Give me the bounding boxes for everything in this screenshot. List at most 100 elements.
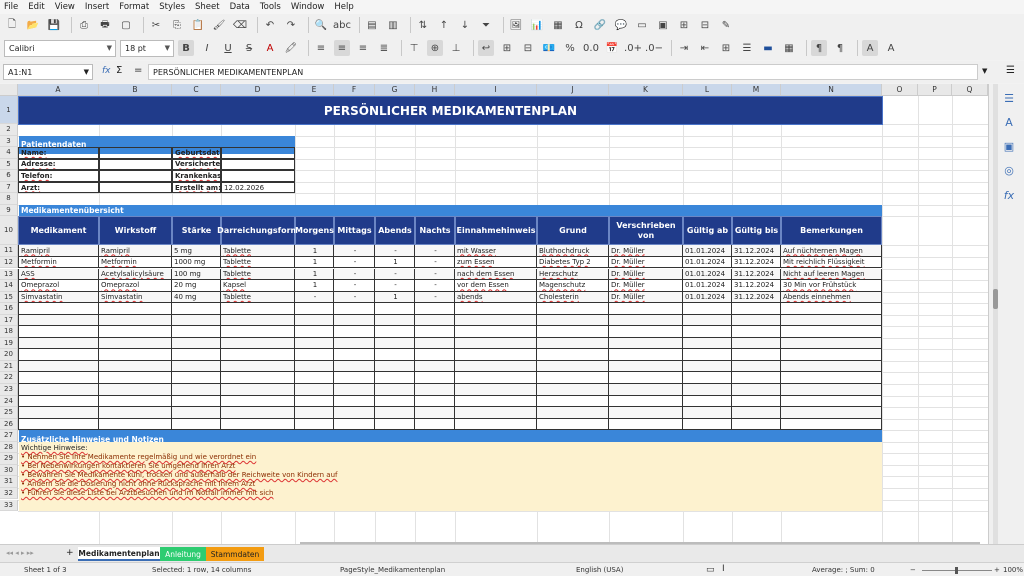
table-cell[interactable] xyxy=(455,326,537,338)
align-bottom-icon[interactable]: ⊥ xyxy=(448,40,464,56)
paste-icon[interactable]: 📋 xyxy=(190,17,206,33)
table-cell[interactable] xyxy=(415,314,455,327)
table-header[interactable]: Verschrieben von xyxy=(609,216,683,246)
table-cell[interactable] xyxy=(334,314,375,327)
table-cell[interactable]: 01.01.2024 xyxy=(683,291,732,304)
border-style-icon[interactable]: ☰ xyxy=(739,40,755,56)
table-cell[interactable] xyxy=(172,418,221,431)
chevron-down-icon[interactable]: ▼ xyxy=(84,68,89,76)
table-cell[interactable]: - xyxy=(375,245,415,257)
freeze-rows-columns-icon[interactable]: ⊞ xyxy=(676,17,692,33)
add-sheet-icon[interactable]: + xyxy=(66,548,74,558)
date-format-icon[interactable]: 📅 xyxy=(604,40,620,56)
table-cell[interactable] xyxy=(221,349,295,361)
table-cell[interactable] xyxy=(732,395,781,408)
table-cell[interactable]: 1 xyxy=(295,280,334,292)
table-cell[interactable] xyxy=(99,418,172,431)
table-cell[interactable] xyxy=(415,337,455,350)
new-document-icon[interactable]: 🗋 xyxy=(4,17,20,33)
row-icon[interactable]: ▤ xyxy=(364,17,380,33)
table-cell[interactable] xyxy=(172,407,221,419)
table-cell[interactable] xyxy=(99,372,172,384)
row-header[interactable]: 2 xyxy=(0,124,18,136)
table-header[interactable]: Medikament xyxy=(18,216,99,246)
copy-icon[interactable]: ⎘ xyxy=(169,17,185,33)
number-format-icon[interactable]: 0.0 xyxy=(583,40,599,56)
column-header[interactable]: C xyxy=(172,84,221,96)
table-cell[interactable] xyxy=(732,418,781,431)
table-cell[interactable] xyxy=(732,326,781,338)
sheet-title[interactable]: PERSÖNLICHER MEDIKAMENTENPLAN xyxy=(18,96,883,125)
row-header[interactable]: 5 xyxy=(0,158,18,171)
patient-value[interactable] xyxy=(99,170,172,182)
table-cell[interactable] xyxy=(375,314,415,327)
zoom-slider-thumb[interactable] xyxy=(955,567,958,574)
selection-mode-icon[interactable]: ▭ xyxy=(706,565,715,575)
patient-value[interactable] xyxy=(221,158,295,171)
row-header[interactable]: 31 xyxy=(0,476,18,488)
text-orientation-icon[interactable]: A xyxy=(883,40,899,56)
table-cell[interactable] xyxy=(221,395,295,408)
table-cell[interactable] xyxy=(609,326,683,338)
table-cell[interactable] xyxy=(295,395,334,408)
pivot-table-icon[interactable]: ▦ xyxy=(550,17,566,33)
table-cell[interactable]: - xyxy=(334,280,375,292)
row-header[interactable]: 19 xyxy=(0,337,18,350)
table-cell[interactable]: Auf nüchternen Magen xyxy=(781,245,882,257)
table-cell[interactable] xyxy=(18,303,99,315)
row-header[interactable]: 12 xyxy=(0,256,18,269)
table-cell[interactable] xyxy=(334,395,375,408)
row-header[interactable]: 24 xyxy=(0,395,18,408)
table-cell[interactable]: Omeprazol xyxy=(99,280,172,292)
table-cell[interactable]: Dr. Müller xyxy=(609,291,683,304)
table-cell[interactable] xyxy=(334,337,375,350)
table-cell[interactable] xyxy=(295,349,334,361)
hyperlink-icon[interactable]: 🔗 xyxy=(592,17,608,33)
wrap-text-icon[interactable]: ↩ xyxy=(478,40,494,56)
table-cell[interactable] xyxy=(537,349,609,361)
table-cell[interactable] xyxy=(781,326,882,338)
column-header[interactable]: N xyxy=(781,84,882,96)
table-cell[interactable]: mit Wasser xyxy=(455,245,537,257)
column-header[interactable]: G xyxy=(375,84,415,96)
justify-icon[interactable]: ≣ xyxy=(376,40,392,56)
underline-icon[interactable]: U xyxy=(220,40,236,56)
table-cell[interactable] xyxy=(99,395,172,408)
bold-icon[interactable]: B xyxy=(178,40,194,56)
table-cell[interactable] xyxy=(781,360,882,373)
special-character-icon[interactable]: Ω xyxy=(571,17,587,33)
table-cell[interactable]: 30 Min vor Frühstück xyxy=(781,280,882,292)
table-cell[interactable]: Dr. Müller xyxy=(609,268,683,281)
row-header[interactable]: 10 xyxy=(0,216,18,246)
table-cell[interactable]: 1 xyxy=(295,268,334,281)
menu-item[interactable]: Data xyxy=(230,2,250,12)
column-header[interactable]: Q xyxy=(952,84,988,96)
table-cell[interactable]: 31.12.2024 xyxy=(732,280,781,292)
table-cell[interactable]: Tablette xyxy=(221,268,295,281)
table-cell[interactable]: Ramipril xyxy=(99,245,172,257)
redo-icon[interactable]: ↷ xyxy=(283,17,299,33)
cut-icon[interactable]: ✂ xyxy=(148,17,164,33)
properties-icon[interactable]: ☰ xyxy=(1002,92,1016,106)
row-header[interactable]: 6 xyxy=(0,170,18,182)
table-cell[interactable]: 5 mg xyxy=(172,245,221,257)
chevron-down-icon[interactable]: ▼ xyxy=(107,44,112,52)
table-cell[interactable] xyxy=(172,395,221,408)
table-cell[interactable] xyxy=(455,337,537,350)
table-cell[interactable]: Kapsel xyxy=(221,280,295,292)
table-cell[interactable] xyxy=(18,372,99,384)
table-cell[interactable]: Magenschutz xyxy=(537,280,609,292)
table-cell[interactable] xyxy=(172,384,221,396)
table-cell[interactable] xyxy=(415,418,455,431)
table-cell[interactable] xyxy=(18,360,99,373)
table-cell[interactable] xyxy=(683,314,732,327)
table-cell[interactable] xyxy=(295,372,334,384)
table-cell[interactable] xyxy=(295,326,334,338)
column-header[interactable]: L xyxy=(683,84,732,96)
table-cell[interactable] xyxy=(221,314,295,327)
table-cell[interactable] xyxy=(99,326,172,338)
currency-format-icon[interactable]: 💶 xyxy=(541,40,557,56)
table-cell[interactable] xyxy=(295,407,334,419)
table-header[interactable]: Mittags xyxy=(334,216,375,246)
table-cell[interactable] xyxy=(99,384,172,396)
